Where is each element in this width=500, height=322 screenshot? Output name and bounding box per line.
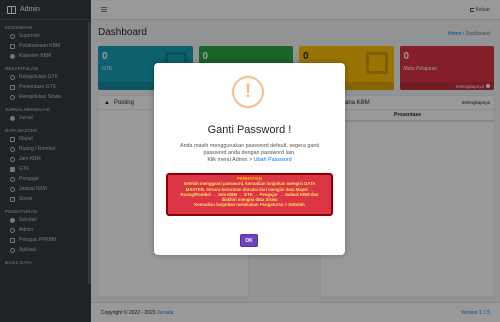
warning-icon: ! <box>232 76 264 108</box>
alert-line: Kemudian lanjutkan melakukan Pengaturan … <box>194 202 305 208</box>
modal-message-prefix: Klik menu Admin > <box>207 157 254 163</box>
modal-message: Anda masih menggunakan password default,… <box>166 143 333 164</box>
change-password-link[interactable]: Ubah Password <box>254 157 292 163</box>
modal-title: Ganti Password ! <box>207 124 292 136</box>
change-password-modal: ! Ganti Password ! Anda masih menggunaka… <box>154 63 345 255</box>
attention-alert: PERHATIAN Setelah mengganti password, ke… <box>166 173 333 216</box>
alert-line: Setelah mengganti password, kemudian lan… <box>183 181 316 187</box>
modal-message-line2: password anda dengan password lain. <box>203 150 296 156</box>
modal-message-line3: Klik menu Admin > Ubah Password <box>166 157 333 164</box>
modal-message-line1: Anda masih menggunakan password default,… <box>179 143 320 149</box>
ok-button[interactable]: OK <box>240 234 258 247</box>
